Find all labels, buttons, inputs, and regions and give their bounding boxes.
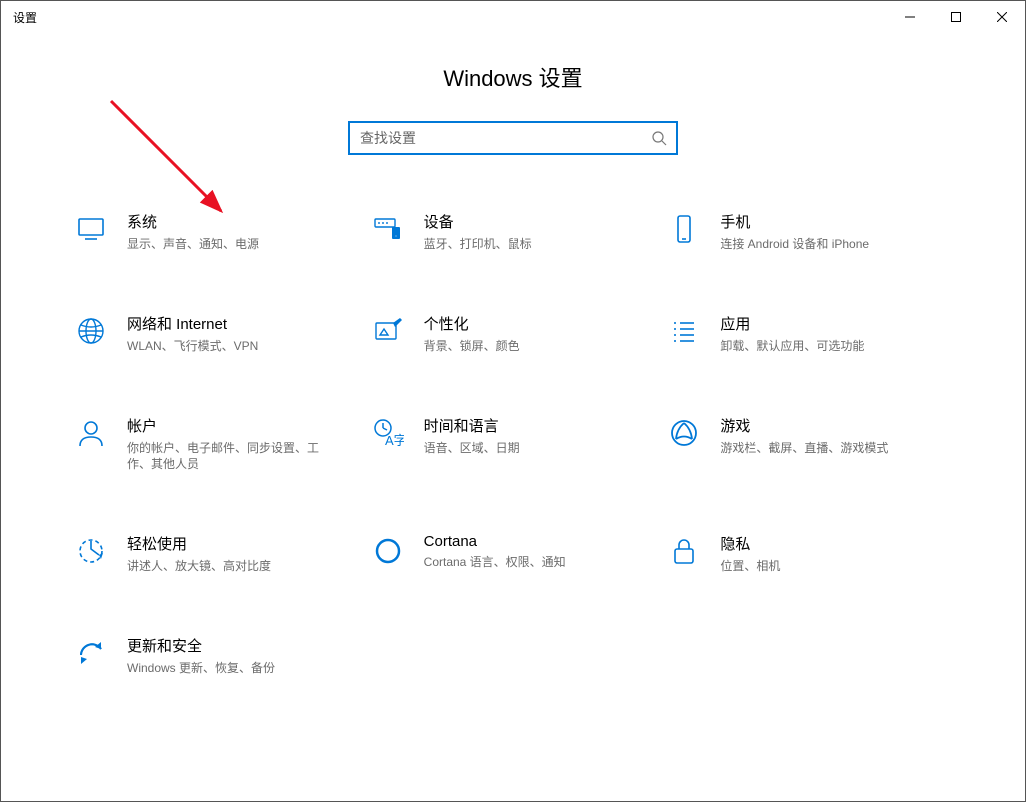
tile-accounts[interactable]: 帐户 你的帐户、电子邮件、同步设置、工作、其他人员 <box>73 415 360 474</box>
tile-privacy[interactable]: 隐私 位置、相机 <box>666 533 953 575</box>
personalization-icon <box>370 313 406 349</box>
cortana-icon <box>370 533 406 569</box>
tile-title: 隐私 <box>720 533 780 554</box>
accounts-icon <box>73 415 109 451</box>
tile-title: 手机 <box>720 211 869 232</box>
phone-icon <box>666 211 702 247</box>
window-controls <box>887 1 1025 33</box>
tile-desc: WLAN、飞行模式、VPN <box>127 338 258 355</box>
page-title: Windows 设置 <box>1 61 1025 93</box>
title-bar: 设置 <box>1 1 1025 33</box>
apps-icon <box>666 313 702 349</box>
time-language-icon: A字 <box>370 415 406 451</box>
tile-title: 游戏 <box>720 415 888 436</box>
privacy-icon <box>666 533 702 569</box>
tile-personalization[interactable]: 个性化 背景、锁屏、颜色 <box>370 313 657 355</box>
system-icon <box>73 211 109 247</box>
tile-title: Cortana <box>424 533 566 550</box>
search-input[interactable] <box>350 123 642 153</box>
tile-desc: Cortana 语言、权限、通知 <box>424 554 566 571</box>
tile-apps[interactable]: 应用 卸载、默认应用、可选功能 <box>666 313 953 355</box>
tile-desc: 语音、区域、日期 <box>424 440 520 457</box>
tile-time-language[interactable]: A字 时间和语言 语音、区域、日期 <box>370 415 657 474</box>
tile-desc: 卸载、默认应用、可选功能 <box>720 338 864 355</box>
search-box[interactable] <box>348 121 678 155</box>
ease-of-access-icon <box>73 533 109 569</box>
tile-desc: Windows 更新、恢复、备份 <box>127 660 275 677</box>
tile-desc: 讲述人、放大镜、高对比度 <box>127 558 271 575</box>
minimize-button[interactable] <box>887 1 933 33</box>
tile-gaming[interactable]: 游戏 游戏栏、截屏、直播、游戏模式 <box>666 415 953 474</box>
tile-title: 个性化 <box>424 313 520 334</box>
tile-desc: 蓝牙、打印机、鼠标 <box>424 236 532 253</box>
tile-title: 系统 <box>127 211 259 232</box>
maximize-button[interactable] <box>933 1 979 33</box>
settings-grid: 系统 显示、声音、通知、电源 设备 蓝牙、打印机、鼠标 手机 <box>73 211 953 677</box>
close-button[interactable] <box>979 1 1025 33</box>
tile-title: 更新和安全 <box>127 635 275 656</box>
devices-icon <box>370 211 406 247</box>
tile-ease-of-access[interactable]: 轻松使用 讲述人、放大镜、高对比度 <box>73 533 360 575</box>
tile-desc: 显示、声音、通知、电源 <box>127 236 259 253</box>
update-icon <box>73 635 109 671</box>
tile-update-security[interactable]: 更新和安全 Windows 更新、恢复、备份 <box>73 635 360 677</box>
tile-desc: 背景、锁屏、颜色 <box>424 338 520 355</box>
tile-title: 设备 <box>424 211 532 232</box>
tile-title: 时间和语言 <box>424 415 520 436</box>
tile-title: 网络和 Internet <box>127 313 258 334</box>
tile-desc: 连接 Android 设备和 iPhone <box>720 236 869 253</box>
search-icon <box>642 130 676 146</box>
tile-title: 应用 <box>720 313 864 334</box>
network-icon <box>73 313 109 349</box>
gaming-icon <box>666 415 702 451</box>
tile-desc: 位置、相机 <box>720 558 780 575</box>
tile-title: 帐户 <box>127 415 327 436</box>
tile-devices[interactable]: 设备 蓝牙、打印机、鼠标 <box>370 211 657 253</box>
tile-system[interactable]: 系统 显示、声音、通知、电源 <box>73 211 360 253</box>
tile-cortana[interactable]: Cortana Cortana 语言、权限、通知 <box>370 533 657 575</box>
tile-phone[interactable]: 手机 连接 Android 设备和 iPhone <box>666 211 953 253</box>
tile-desc: 你的帐户、电子邮件、同步设置、工作、其他人员 <box>127 440 327 474</box>
window-title: 设置 <box>13 9 37 26</box>
tile-desc: 游戏栏、截屏、直播、游戏模式 <box>720 440 888 457</box>
svg-text:A字: A字 <box>385 433 404 448</box>
tile-network[interactable]: 网络和 Internet WLAN、飞行模式、VPN <box>73 313 360 355</box>
tile-title: 轻松使用 <box>127 533 271 554</box>
